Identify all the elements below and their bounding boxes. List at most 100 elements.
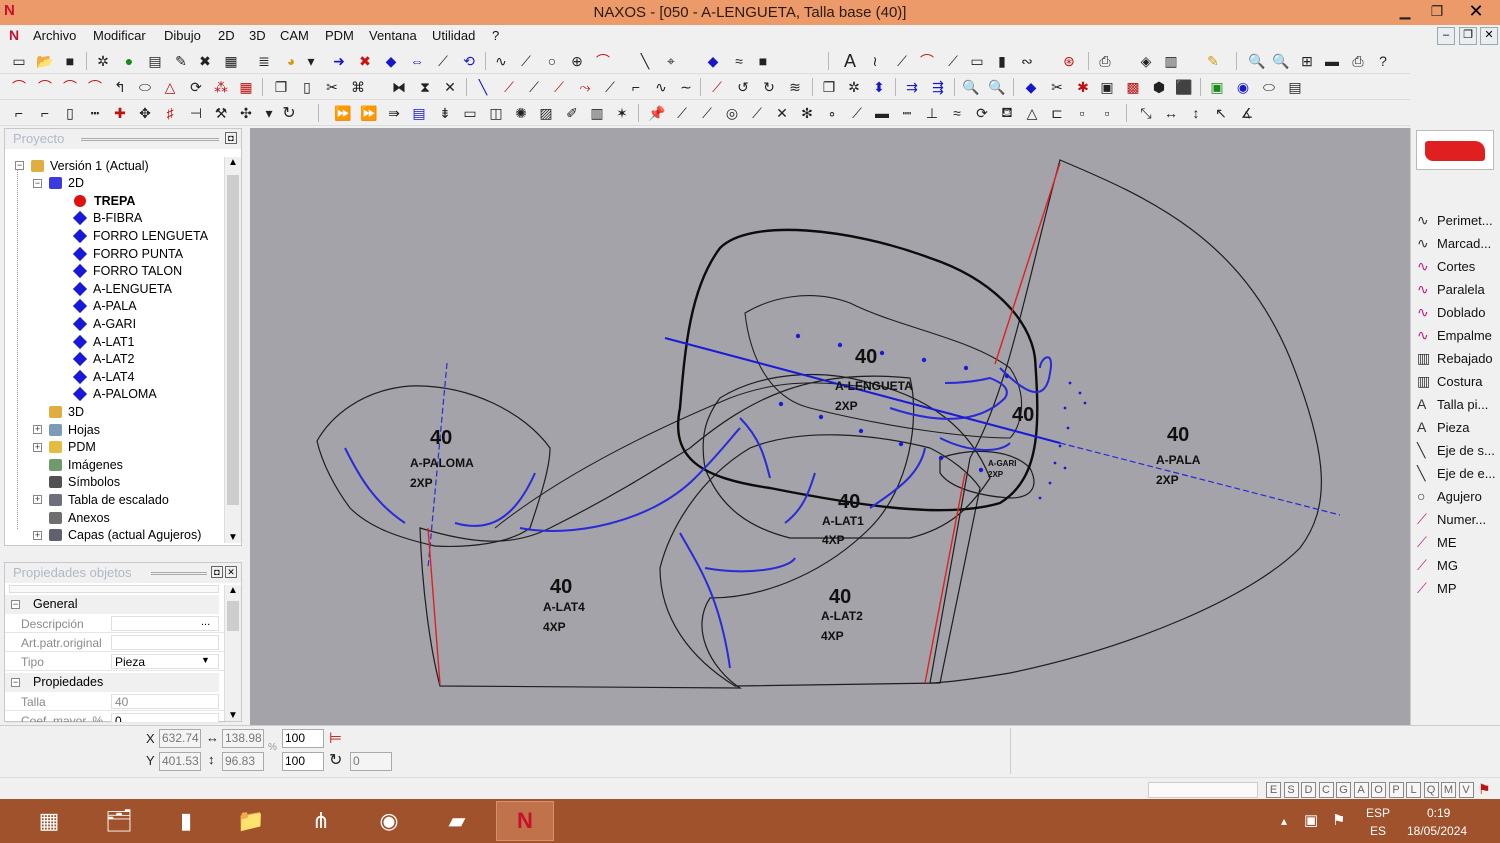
ruler-icon[interactable]: ▬ — [1323, 52, 1341, 70]
remove-icon[interactable]: ✖ — [356, 52, 374, 70]
redo-shape-icon[interactable]: ↻ — [760, 78, 778, 96]
flip-icon[interactable]: ⧗ — [416, 78, 434, 96]
prop-talla[interactable]: Talla 40 — [5, 692, 225, 711]
tool-agujero[interactable]: ○ Agujero — [1417, 485, 1482, 507]
zoom-window-icon[interactable]: ⊞ — [1298, 52, 1316, 70]
width-field[interactable]: 138.98 — [222, 729, 264, 748]
mirror-icon[interactable]: ⧓ — [390, 78, 408, 96]
close-button[interactable]: ✕ — [1456, 0, 1496, 25]
status-key-o[interactable]: O — [1371, 782, 1386, 798]
stamp-icon[interactable]: ▮ — [993, 52, 1011, 70]
scissor-b-icon[interactable]: ✂ — [1048, 78, 1066, 96]
zigzag-icon[interactable]: ≀ — [866, 52, 884, 70]
tree-item[interactable]: A-LAT4 — [72, 368, 134, 385]
taskbar-book-icon[interactable]: ▰ — [428, 801, 486, 841]
mountain-icon[interactable]: △ — [1023, 104, 1041, 122]
points-icon[interactable]: ⁂ — [212, 78, 230, 96]
measure-line-icon[interactable]: ⤡ — [1137, 104, 1155, 122]
forward-icon[interactable]: ⏩ — [334, 104, 352, 122]
search-c-icon[interactable]: 🔍 — [988, 78, 1006, 96]
select-icon[interactable]: ➜ — [330, 52, 348, 70]
slash-a-icon[interactable]: ⟋ — [673, 104, 691, 122]
vertex-icon[interactable]: ◆ — [704, 52, 722, 70]
tree-item[interactable]: TREPA — [73, 192, 135, 209]
status-key-v[interactable]: V — [1458, 782, 1474, 798]
line-a-icon[interactable]: ╲ — [474, 78, 492, 96]
tool-perimet[interactable]: ∿ Perimet... — [1417, 209, 1493, 231]
menu-help[interactable]: ? — [492, 28, 499, 43]
status-key-a[interactable]: A — [1353, 782, 1369, 798]
menu-utilidad[interactable]: Utilidad — [432, 28, 475, 43]
cut-icon[interactable]: ✂ — [323, 78, 341, 96]
settings-icon[interactable]: ✲ — [94, 52, 112, 70]
tool-eje-de-e[interactable]: ╲ Eje de e... — [1417, 462, 1496, 484]
status-key-l[interactable]: L — [1406, 782, 1421, 798]
tree-expander-icon[interactable]: + — [33, 442, 42, 452]
move-point-icon[interactable]: ◆ — [382, 52, 400, 70]
paint-icon[interactable]: ◕ — [282, 52, 300, 70]
tree-item[interactable]: A-PALA — [72, 298, 137, 315]
line-c-icon[interactable]: ⟋ — [525, 78, 543, 96]
snap-icon[interactable]: ⟋ — [708, 78, 726, 96]
measure-v-icon[interactable]: ↕ — [1187, 104, 1205, 122]
pen-b-icon[interactable]: ✐ — [563, 104, 581, 122]
split-icon[interactable]: ✲ — [845, 78, 863, 96]
save-icon[interactable]: ■ — [61, 52, 79, 70]
action-center-icon[interactable]: ⚑ — [1332, 811, 1345, 829]
text-icon[interactable]: A — [841, 51, 859, 71]
align-icon[interactable]: ⇔ — [408, 52, 426, 70]
tool-mp[interactable]: ⟋ MP — [1417, 577, 1457, 599]
mdi-restore-button[interactable]: ❐ — [1459, 27, 1477, 45]
talla-field[interactable]: 40 — [111, 694, 219, 709]
status-key-d[interactable]: D — [1301, 782, 1316, 798]
edge-icon[interactable]: ⊏ — [1048, 104, 1066, 122]
circle-b-icon[interactable]: ◎ — [723, 104, 741, 122]
tree-scrollbar[interactable]: ▲ ▼ — [224, 157, 241, 543]
tree-expander-icon[interactable]: + — [33, 530, 42, 540]
line-d-icon[interactable]: ⟋ — [550, 78, 568, 96]
chamfer-icon[interactable]: ⌒ — [61, 78, 79, 96]
star-icon[interactable]: ✶ — [613, 104, 631, 122]
panel-restore-button[interactable]: ◘ — [211, 566, 223, 578]
help-icon[interactable]: ? — [1374, 52, 1392, 70]
corner-a-icon[interactable]: ⌐ — [10, 104, 28, 122]
layers-tool-icon[interactable]: ≣ — [255, 52, 273, 70]
tool-numer[interactable]: ⟋ Numer... — [1417, 508, 1486, 530]
prop-coef[interactable]: Coef. mayor. % 0 — [5, 711, 225, 723]
fold-icon[interactable]: ⬭ — [1260, 78, 1278, 96]
search-b-icon[interactable]: 🔍 — [962, 78, 980, 96]
box-icon[interactable]: ⬛ — [1175, 78, 1193, 96]
diagonal-icon[interactable]: ⟋ — [893, 52, 911, 70]
print-icon[interactable]: ⎙ — [1096, 52, 1114, 70]
open-folder-icon[interactable]: 📂 — [36, 52, 54, 70]
tool-cortes[interactable]: ∿ Cortes — [1417, 255, 1475, 277]
spline-icon[interactable]: ⟋ — [517, 52, 535, 70]
offset-arc-icon[interactable]: ⌒ — [86, 78, 104, 96]
block-icon[interactable]: ■ — [754, 52, 772, 70]
angle-icon[interactable]: ∡ — [1238, 104, 1256, 122]
tool-me[interactable]: ⟋ ME — [1417, 531, 1457, 553]
mdi-close-button[interactable]: ✕ — [1480, 27, 1498, 45]
tree-item[interactable]: Anexos — [49, 509, 110, 526]
asterisk-icon[interactable]: ✻ — [798, 104, 816, 122]
measure-h-icon[interactable]: ↔ — [1162, 104, 1180, 122]
tree-item[interactable]: FORRO PUNTA — [72, 245, 183, 262]
line-b-icon[interactable]: ⟋ — [500, 78, 518, 96]
status-key-q[interactable]: Q — [1423, 782, 1439, 798]
columns-icon[interactable]: ▥ — [588, 104, 606, 122]
fillet-icon[interactable]: ⌒ — [36, 78, 54, 96]
tree-item[interactable]: A-LAT2 — [72, 351, 134, 368]
tree-item[interactable]: Tabla de escalado — [49, 491, 169, 508]
corner-arc-icon[interactable]: ↰ — [111, 78, 129, 96]
circle-icon[interactable]: ○ — [543, 52, 561, 70]
split-b-icon[interactable]: ◫ — [487, 104, 505, 122]
duplicate-icon[interactable]: ❐ — [820, 78, 838, 96]
hatch-icon[interactable]: ▨ — [537, 104, 555, 122]
tree-item[interactable]: B-FIBRA — [72, 210, 142, 227]
new-file-icon[interactable]: ▭ — [10, 52, 28, 70]
copy-icon[interactable]: ❐ — [272, 78, 290, 96]
slash-d-icon[interactable]: ⟋ — [848, 104, 866, 122]
rotation-field[interactable]: 0 — [350, 752, 392, 771]
rectangle-icon[interactable]: ▭ — [968, 52, 986, 70]
taskbar-chrome-icon[interactable]: ◉ — [360, 801, 418, 841]
